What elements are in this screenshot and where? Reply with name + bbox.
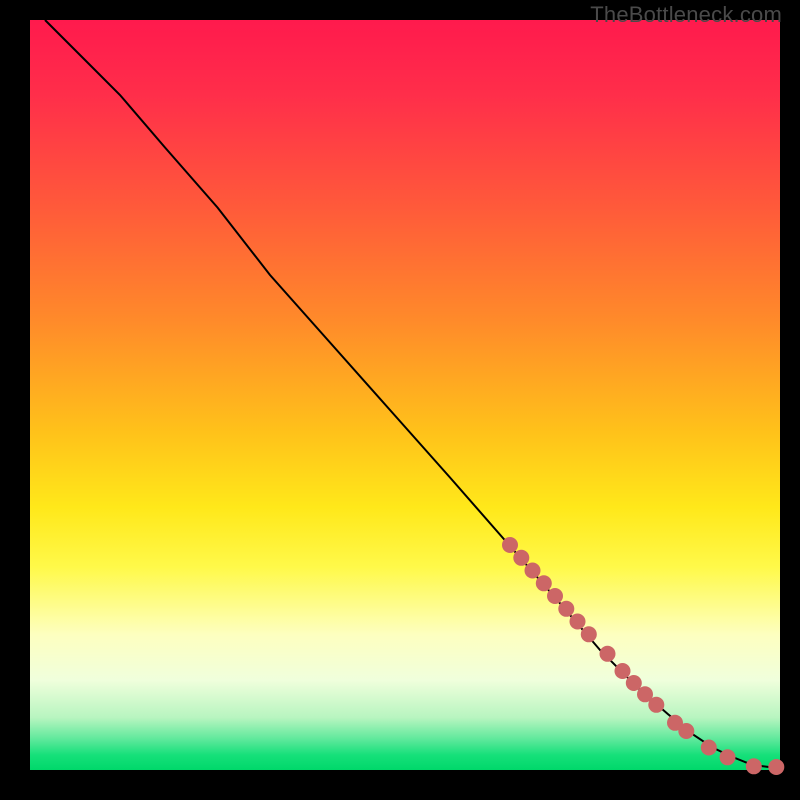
highlight-dot bbox=[525, 563, 541, 579]
chart-svg bbox=[30, 20, 780, 770]
highlight-dot bbox=[768, 759, 784, 775]
watermark-text: TheBottleneck.com bbox=[590, 2, 782, 28]
highlight-dots bbox=[502, 537, 784, 775]
highlight-dot bbox=[648, 697, 664, 713]
highlight-dot bbox=[558, 601, 574, 617]
highlight-dot bbox=[570, 614, 586, 630]
highlight-dot bbox=[581, 626, 597, 642]
highlight-dot bbox=[600, 646, 616, 662]
curve-path bbox=[45, 20, 780, 767]
highlight-dot bbox=[615, 663, 631, 679]
highlight-dot bbox=[536, 575, 552, 591]
highlight-dot bbox=[513, 550, 529, 566]
plot-area bbox=[30, 20, 780, 770]
highlight-dot bbox=[720, 749, 736, 765]
highlight-dot bbox=[547, 588, 563, 604]
highlight-dot bbox=[678, 723, 694, 739]
highlight-dot bbox=[701, 740, 717, 756]
chart-frame: TheBottleneck.com bbox=[0, 0, 800, 800]
highlight-dot bbox=[502, 537, 518, 553]
highlight-dot bbox=[746, 758, 762, 774]
